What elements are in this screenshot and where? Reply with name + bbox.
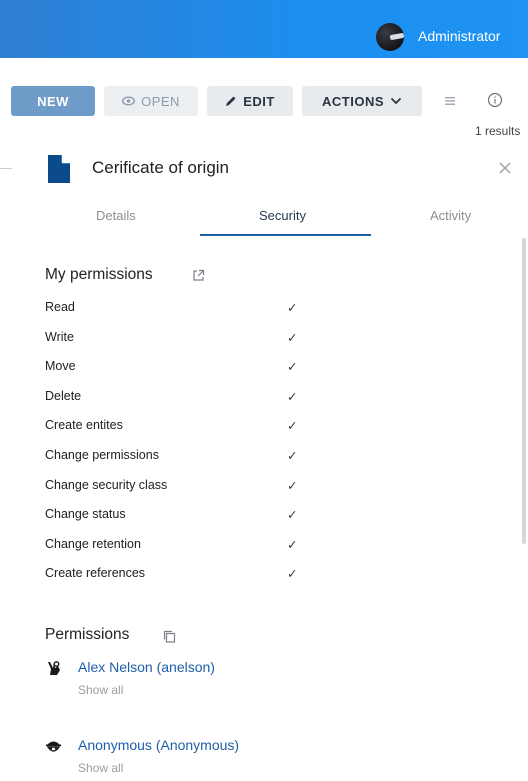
checkmark-icon: ✓ — [287, 331, 298, 345]
pencil-icon — [226, 96, 236, 106]
permission-row: Create entites ✓ — [45, 418, 305, 438]
permission-label: Change permissions — [45, 448, 159, 462]
divider — [0, 168, 12, 169]
list-icon[interactable] — [443, 94, 457, 108]
permission-row: Create references ✓ — [45, 566, 305, 586]
panel-tabs: Details Security Activity — [0, 200, 528, 236]
permission-user-link[interactable]: Anonymous (Anonymous) — [78, 737, 239, 753]
checkmark-icon: ✓ — [287, 567, 298, 581]
user-avatar[interactable] — [376, 23, 404, 51]
top-app-bar: Administrator — [0, 0, 528, 58]
permission-label: Write — [45, 330, 74, 344]
permission-label: Change status — [45, 507, 126, 521]
checkmark-icon: ✓ — [287, 390, 298, 404]
checkmark-icon: ✓ — [287, 449, 298, 463]
permission-row: Change status ✓ — [45, 507, 305, 527]
permission-user-entry: Alex Nelson (anelson) Show all — [45, 659, 345, 703]
tab-details[interactable]: Details — [96, 208, 136, 223]
new-button[interactable]: NEW — [11, 86, 95, 116]
new-button-label: NEW — [37, 93, 69, 109]
my-permissions-title: My permissions — [45, 266, 153, 283]
permission-user-link[interactable]: Alex Nelson (anelson) — [78, 659, 215, 675]
active-tab-indicator — [200, 234, 371, 236]
info-icon[interactable] — [487, 92, 503, 108]
checkmark-icon: ✓ — [287, 538, 298, 552]
permission-label: Create entites — [45, 418, 123, 432]
checkmark-icon: ✓ — [287, 301, 298, 315]
permission-row: Change retention ✓ — [45, 537, 305, 557]
open-button[interactable]: OPEN — [104, 86, 198, 116]
scrollbar[interactable] — [522, 238, 526, 544]
tab-security[interactable]: Security — [259, 208, 306, 223]
show-all-link[interactable]: Show all — [78, 683, 123, 697]
open-button-label: OPEN — [141, 93, 180, 109]
permission-label: Change security class — [45, 478, 168, 492]
document-icon — [48, 155, 70, 183]
permission-label: Read — [45, 300, 75, 314]
checkmark-icon: ✓ — [287, 360, 298, 374]
permission-label: Move — [45, 359, 76, 373]
permission-row: Change permissions ✓ — [45, 448, 305, 468]
chevron-down-icon — [390, 97, 402, 105]
permission-label: Delete — [45, 389, 82, 403]
permission-row: Write ✓ — [45, 330, 305, 350]
results-count: 1 results — [475, 124, 521, 138]
permission-row: Read ✓ — [45, 300, 305, 320]
anonymous-mask-icon — [46, 741, 61, 752]
close-icon[interactable] — [497, 160, 513, 176]
edit-button-label: EDIT — [243, 93, 275, 109]
checkmark-icon: ✓ — [287, 419, 298, 433]
copy-icon[interactable] — [163, 630, 176, 643]
permission-user-entry: Anonymous (Anonymous) Show all — [45, 737, 345, 781]
user-name[interactable]: Administrator — [418, 28, 500, 44]
permission-label: Create references — [45, 566, 146, 580]
eye-icon — [122, 96, 136, 106]
permission-row: Change security class ✓ — [45, 478, 305, 498]
tab-activity[interactable]: Activity — [430, 208, 471, 223]
actions-button-label: ACTIONS — [322, 93, 384, 109]
ok-hand-icon — [48, 661, 60, 675]
checkmark-icon: ✓ — [287, 479, 298, 493]
document-title: Cerificate of origin — [92, 158, 230, 177]
external-link-icon[interactable] — [192, 269, 205, 282]
permissions-title: Permissions — [45, 626, 130, 643]
permission-row: Delete ✓ — [45, 389, 305, 409]
checkmark-icon: ✓ — [287, 508, 298, 522]
actions-button[interactable]: ACTIONS — [302, 86, 422, 116]
permission-row: Move ✓ — [45, 359, 305, 379]
permission-label: Change retention — [45, 537, 141, 551]
edit-button[interactable]: EDIT — [207, 86, 293, 116]
